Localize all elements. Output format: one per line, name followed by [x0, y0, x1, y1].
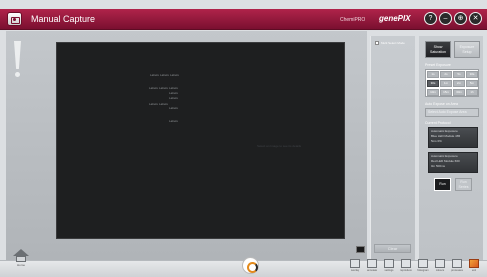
- blot-label: Labels: [169, 119, 178, 123]
- manual-capture-window: Manual Capture ChemiPRO genePIX ? – ⊕ ✕ …: [0, 0, 487, 277]
- colours-tool[interactable]: colours: [433, 259, 447, 275]
- preset-exposure-button[interactable]: 1h: [466, 89, 478, 96]
- blot-label: Labels: [170, 73, 179, 77]
- tool-label: processes: [451, 269, 463, 272]
- blot-label: Labels: [150, 73, 159, 77]
- reproduce-icon: [401, 259, 411, 268]
- maximize-button[interactable]: ⊕: [454, 12, 467, 25]
- blot-label: Labels: [169, 106, 178, 110]
- auto-expose-area-button[interactable]: Select Auto Expose Area: [425, 108, 479, 117]
- protocol-line: 0m 500ms: [431, 164, 446, 168]
- preset-exposure-button[interactable]: 1m: [440, 80, 452, 87]
- close-button[interactable]: ✕: [469, 12, 482, 25]
- tool-label: reproduce: [400, 269, 412, 272]
- checkbox-icon[interactable]: [375, 41, 379, 45]
- exit-tool[interactable]: exit: [467, 259, 481, 275]
- home-icon: [13, 249, 29, 256]
- image-canvas[interactable]: Labels Labels Labels Labels Labels Label…: [56, 42, 345, 239]
- histogram-tool[interactable]: histogram: [416, 259, 430, 275]
- preset-exposure-title: Preset Exposure: [425, 63, 451, 67]
- blot-label: Labels: [169, 91, 178, 95]
- title-bar: Manual Capture ChemiPRO genePIX ? – ⊕ ✕: [0, 9, 487, 30]
- preset-exposure-button[interactable]: 2m: [453, 80, 465, 87]
- home-icon-base: [16, 256, 26, 262]
- tool-label: settings: [384, 269, 394, 272]
- blot-label: Labels: [169, 86, 178, 90]
- tool-label: overlay: [350, 269, 360, 272]
- window-title: Manual Capture: [31, 14, 96, 24]
- clear-button[interactable]: Clear: [374, 244, 411, 253]
- run-series-button[interactable]: Run Series: [455, 178, 472, 191]
- blot-label: Labels: [159, 102, 168, 106]
- processes-icon: [452, 259, 462, 268]
- reproduce-tool[interactable]: reproduce: [399, 259, 413, 275]
- tool-label: colours: [435, 269, 445, 272]
- multi-select-label: Multi Select Mode: [381, 41, 405, 45]
- preset-exposure-button[interactable]: 30m: [453, 89, 465, 96]
- histogram-icon: [418, 259, 428, 268]
- preset-exposure-grid: 1s 2s 5s 10s 30s 1m 2m 5m 10m 15m 30m 1h: [425, 69, 479, 97]
- show-saturation-button[interactable]: Show Saturation: [425, 41, 451, 58]
- protocol-item[interactable]: Automatic Exposure Red LED Module 660 0m…: [428, 152, 478, 173]
- exit-icon: [469, 259, 479, 268]
- protocol-item[interactable]: Automatic Exposure Blue LED Module 465 5…: [428, 127, 478, 148]
- preset-exposure-button[interactable]: 10m: [427, 89, 439, 96]
- blot-label: Labels: [160, 73, 169, 77]
- exposure-setup-button[interactable]: Exposure Setup: [454, 41, 480, 58]
- overlay-tool[interactable]: overlay: [348, 259, 362, 275]
- syngene-logo-icon: [242, 257, 259, 274]
- tool-label: annotate: [366, 269, 378, 272]
- settings-tool[interactable]: settings: [382, 259, 396, 275]
- canvas-message: Select an Image to see its details: [257, 144, 302, 148]
- brand-genepix: genePIX: [379, 14, 411, 23]
- annotate-icon: [367, 259, 377, 268]
- preset-exposure-button[interactable]: 5m: [466, 80, 478, 87]
- minimize-button[interactable]: –: [439, 12, 452, 25]
- zoom-icon[interactable]: [356, 246, 365, 253]
- overlay-icon: [350, 259, 360, 268]
- current-protocol-title: Current Protocol: [425, 121, 451, 125]
- preset-exposure-button[interactable]: 30s: [427, 80, 439, 87]
- brand-chemipro: ChemiPRO: [340, 17, 366, 23]
- run-button[interactable]: Run: [434, 178, 451, 191]
- home-button[interactable]: Home: [12, 247, 30, 269]
- colours-icon: [435, 259, 445, 268]
- settings-icon: [384, 259, 394, 268]
- preset-exposure-button[interactable]: 15m: [440, 89, 452, 96]
- help-button[interactable]: ?: [424, 12, 437, 25]
- protocol-line: 5ms 0%: [431, 139, 442, 143]
- annotate-tool[interactable]: annotate: [365, 259, 379, 275]
- preset-exposure-button[interactable]: 5s: [453, 71, 465, 78]
- preset-exposure-button[interactable]: 10s: [466, 71, 478, 78]
- exclamation-icon: [9, 41, 29, 81]
- preset-exposure-button[interactable]: 1s: [427, 71, 439, 78]
- selection-panel: [370, 36, 415, 260]
- blot-label: Labels: [169, 96, 178, 100]
- blot-label: Labels: [149, 102, 158, 106]
- preset-exposure-button[interactable]: 2s: [440, 71, 452, 78]
- auto-expose-title: Auto Expose on Area: [425, 102, 458, 106]
- home-label: Home: [16, 263, 25, 267]
- camera-app-icon: [7, 12, 22, 26]
- tool-label: exit: [471, 269, 477, 272]
- blot-label: Labels: [159, 86, 168, 90]
- tool-label: histogram: [417, 269, 429, 272]
- blot-label: Labels: [149, 86, 158, 90]
- processes-tool[interactable]: processes: [450, 259, 464, 275]
